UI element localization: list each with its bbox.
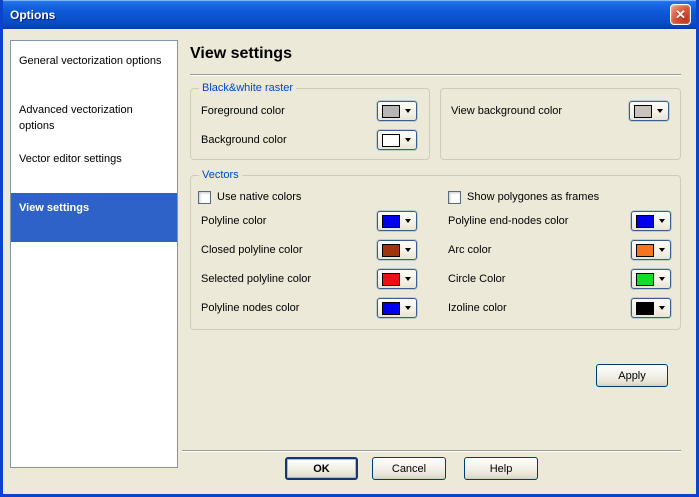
color-swatch [636, 272, 654, 286]
help-button[interactable]: Help [464, 457, 538, 480]
color-row: Izoline color [448, 298, 671, 318]
chevron-down-icon [405, 306, 411, 310]
color-swatch [382, 272, 400, 286]
selected-polyline-color-dropdown[interactable] [377, 269, 417, 289]
color-row: Closed polyline color [201, 240, 417, 260]
apply-button[interactable]: Apply [596, 364, 668, 387]
footer-separator [182, 450, 681, 452]
color-swatch [382, 104, 400, 118]
color-row: View background color [451, 101, 669, 121]
arc-color-dropdown[interactable] [631, 240, 671, 260]
checkbox-row: Use native colors [198, 190, 301, 204]
heading-separator [190, 74, 681, 76]
izoline-color-label: Izoline color [448, 302, 507, 314]
sidebar-item-label: Vector editor settings [19, 153, 122, 165]
background-color-label: Background color [201, 134, 287, 146]
sidebar-item-advanced-vectorization-options[interactable]: Advanced vectorization options [11, 95, 177, 144]
polyline-nodes-color-label: Polyline nodes color [201, 302, 300, 314]
polyline-color-label: Polyline color [201, 215, 267, 227]
polyline-end-nodes-color-label: Polyline end-nodes color [448, 215, 569, 227]
color-swatch [636, 243, 654, 257]
color-swatch [636, 301, 654, 315]
vectors-group: Vectors Use native colors Show polygones… [190, 168, 681, 330]
closed-polyline-color-dropdown[interactable] [377, 240, 417, 260]
color-swatch [382, 214, 400, 228]
bw-raster-group: Black&white raster Foreground color Back… [190, 81, 430, 160]
view-background-color-label: View background color [451, 105, 563, 117]
chevron-down-icon [405, 109, 411, 113]
sidebar-item-general-vectorization-options[interactable]: General vectorization options [11, 46, 177, 95]
color-row: Foreground color [201, 101, 417, 121]
options-dialog: Options ✕ General vectorization options … [0, 0, 699, 497]
chevron-down-icon [405, 138, 411, 142]
use-native-colors-label: Use native colors [217, 191, 302, 203]
sidebar-item-label: View settings [19, 202, 90, 214]
page-title: View settings [190, 45, 292, 62]
color-swatch [634, 104, 652, 118]
view-background-group: View background color [440, 88, 681, 160]
closed-polyline-color-label: Closed polyline color [201, 244, 303, 256]
sidebar-item-view-settings[interactable]: View settings [11, 193, 177, 242]
chevron-down-icon [659, 306, 665, 310]
background-color-dropdown[interactable] [377, 130, 417, 150]
color-row: Polyline end-nodes color [448, 211, 671, 231]
color-row: Selected polyline color [201, 269, 417, 289]
vectors-group-title: Vectors [199, 168, 242, 182]
sidebar-item-label: Advanced vectorization options [19, 104, 133, 132]
settings-category-list: General vectorization options Advanced v… [10, 40, 178, 468]
titlebar[interactable]: Options ✕ [3, 0, 696, 29]
color-row: Polyline nodes color [201, 298, 417, 318]
selected-polyline-color-label: Selected polyline color [201, 273, 312, 285]
chevron-down-icon [659, 219, 665, 223]
ok-button[interactable]: OK [285, 457, 358, 480]
chevron-down-icon [405, 277, 411, 281]
circle-color-dropdown[interactable] [631, 269, 671, 289]
color-swatch [382, 133, 400, 147]
show-polygones-as-frames-checkbox[interactable] [448, 190, 461, 204]
foreground-color-label: Foreground color [201, 105, 285, 117]
color-row: Polyline color [201, 211, 417, 231]
chevron-down-icon [659, 277, 665, 281]
use-native-colors-checkbox[interactable] [198, 190, 211, 204]
polyline-color-dropdown[interactable] [377, 211, 417, 231]
sidebar-item-label: General vectorization options [19, 55, 162, 67]
chevron-down-icon [659, 248, 665, 252]
chevron-down-icon [657, 109, 663, 113]
chevron-down-icon [405, 219, 411, 223]
color-row: Background color [201, 130, 417, 150]
izoline-color-dropdown[interactable] [631, 298, 671, 318]
dialog-body: General vectorization options Advanced v… [3, 29, 696, 494]
color-swatch [382, 301, 400, 315]
chevron-down-icon [405, 248, 411, 252]
checkbox-row: Show polygones as frames [448, 190, 599, 204]
close-icon: ✕ [675, 7, 686, 22]
arc-color-label: Arc color [448, 244, 492, 256]
sidebar-item-vector-editor-settings[interactable]: Vector editor settings [11, 144, 177, 193]
close-button[interactable]: ✕ [670, 4, 691, 25]
polyline-end-nodes-color-dropdown[interactable] [631, 211, 671, 231]
window-title: Options [10, 7, 56, 22]
foreground-color-dropdown[interactable] [377, 101, 417, 121]
color-row: Circle Color [448, 269, 671, 289]
view-background-color-dropdown[interactable] [629, 101, 669, 121]
color-swatch [382, 243, 400, 257]
bw-raster-group-title: Black&white raster [199, 81, 297, 95]
circle-color-label: Circle Color [448, 273, 506, 285]
color-row: Arc color [448, 240, 671, 260]
cancel-button[interactable]: Cancel [372, 457, 446, 480]
polyline-nodes-color-dropdown[interactable] [377, 298, 417, 318]
color-swatch [636, 214, 654, 228]
show-polygones-as-frames-label: Show polygones as frames [467, 191, 600, 203]
